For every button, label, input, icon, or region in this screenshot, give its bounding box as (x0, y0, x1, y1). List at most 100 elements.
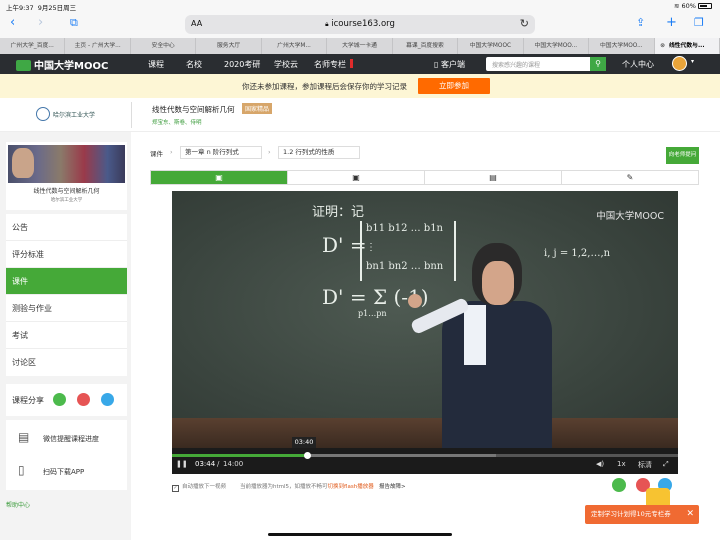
university-logo[interactable]: 哈尔滨工业大学 (36, 107, 95, 121)
client-label: 客户端 (440, 60, 465, 69)
chalk-text: i, j = 1,2,…,n (544, 248, 611, 259)
tab-video-1[interactable]: ▣ (151, 171, 288, 184)
browser-tab[interactable]: 中国大学MOOC (458, 38, 524, 54)
lecturer-shirt (464, 305, 486, 365)
divider (131, 102, 132, 128)
course-thumbnail-card[interactable]: 线性代数与空间解析几何 哈尔滨工业大学 (6, 142, 127, 210)
share-icon[interactable]: ⇪ (636, 16, 645, 29)
video-icon: ▣ (352, 173, 360, 182)
chalk-tray (172, 418, 678, 448)
course-sidebar: 线性代数与空间解析几何 哈尔滨工业大学 公告 评分标准 课件 测验与作业 考试 … (0, 132, 131, 540)
breadcrumb-root[interactable]: 课件 (150, 148, 163, 158)
browser-tab[interactable]: 广州大学_百度... (0, 38, 66, 54)
chevron-down-icon[interactable]: ▾ (691, 58, 694, 65)
volume-icon[interactable]: ◀︎) (596, 460, 604, 468)
search-input[interactable]: 搜索感兴趣的课程 (486, 57, 592, 71)
weibo-icon[interactable] (77, 393, 90, 406)
nav-school-cloud[interactable]: 学校云 (274, 59, 298, 70)
active-tab-label: 线性代数与... (668, 43, 705, 49)
new-tab-icon[interactable]: + (666, 15, 677, 30)
nav-schools[interactable]: 名校 (186, 59, 202, 70)
ask-teacher-button[interactable]: 向老师提问 (666, 147, 699, 164)
close-icon[interactable]: ✕ (686, 505, 694, 524)
browser-tab-active[interactable]: ⊗ 线性代数与... (654, 38, 720, 54)
qq-icon[interactable] (101, 393, 114, 406)
university-seal-icon (36, 107, 50, 121)
autoplay-checkbox[interactable]: ✓ (172, 485, 179, 492)
tab-document[interactable]: ▤ (425, 171, 562, 184)
duration: 14:00 (223, 460, 244, 468)
wechat-reminder-card[interactable]: ▤ 微信提醒课程进度 (6, 420, 127, 457)
course-header: 哈尔滨工业大学 线性代数与空间解析几何 国家精品 郑宝东、斯卷、侍明 (0, 98, 720, 132)
current-time: 03:44 (195, 460, 216, 468)
menu-courseware[interactable]: 课件 (6, 268, 127, 295)
close-tab-icon[interactable]: ⊗ (659, 38, 667, 54)
doc-icon: ▤ (489, 173, 497, 182)
browser-tab[interactable]: 广州大学M... (262, 38, 328, 54)
join-course-button[interactable]: 立即参加 (418, 78, 490, 94)
enroll-notice-bar: 你还未参加课程，参加课程后会保存你的学习记录 立即参加 (0, 74, 720, 98)
browser-tab[interactable]: 大学城一卡通 (327, 38, 393, 54)
browser-tab[interactable]: 幕课_百度搜索 (393, 38, 459, 54)
chalk-bar (454, 221, 456, 281)
pause-icon[interactable]: ❚❚ (176, 460, 188, 468)
nav-teacher-column[interactable]: 名师专栏 (314, 59, 353, 70)
progress-bar[interactable] (172, 454, 308, 457)
video-player[interactable]: 证明：记 D' = b11 b12 … b1n ⋮ bn1 bn2 … bnn … (172, 191, 678, 474)
search-icon[interactable]: ⚲ (590, 57, 606, 71)
avatar[interactable] (672, 56, 687, 71)
red-flag-icon (350, 59, 353, 68)
wechat-icon[interactable] (53, 393, 66, 406)
personal-center-link[interactable]: 个人中心 (622, 59, 654, 70)
reminder-icon: ▤ (18, 430, 30, 444)
course-share: 课程分享 (6, 384, 127, 416)
menu-discussion[interactable]: 讨论区 (6, 349, 127, 376)
autoplay-label: 自动播放下一视频 (182, 484, 227, 490)
video-watermark: 中国大学MOOC (596, 211, 664, 222)
nav-kaoyan[interactable]: 2020考研 (224, 59, 260, 70)
tab-notes[interactable]: ✎ (562, 171, 698, 184)
nav-courses[interactable]: 课程 (148, 59, 164, 70)
download-app-card[interactable]: ▯ 扫码下载APP (6, 453, 127, 490)
bookmarks-icon[interactable]: ⧉ (70, 16, 78, 30)
home-indicator (268, 533, 452, 536)
nav-teacher-column-label: 名师专栏 (314, 60, 346, 69)
switch-flash-link[interactable]: 切换到flash播放器 (328, 484, 374, 490)
lecturer-hand (408, 294, 422, 308)
address-bar[interactable]: AA 🔒︎ icourse163.org ↻ (185, 15, 535, 34)
back-arrow-icon[interactable]: ‹ (10, 15, 15, 30)
menu-grading[interactable]: 评分标准 (6, 241, 127, 268)
menu-exam[interactable]: 考试 (6, 322, 127, 349)
study-plan-banner[interactable]: 定制学习计划得10元专栏券 ✕ (585, 505, 699, 524)
progress-knob[interactable] (304, 452, 312, 459)
thumbnail-title: 线性代数与空间解析几何 (33, 188, 100, 195)
help-center-link[interactable]: 帮助中心 (6, 500, 30, 509)
forward-arrow-icon[interactable]: › (38, 15, 43, 30)
menu-quizzes[interactable]: 测验与作业 (6, 295, 127, 322)
wifi-icon: ≋ (673, 2, 680, 10)
mooc-logo[interactable]: 中国大学MOOC (16, 57, 108, 72)
reload-icon[interactable]: ↻ (520, 17, 529, 30)
client-link[interactable]: ▯ 客户端 (434, 59, 465, 70)
quality-button[interactable]: 标清 (638, 460, 652, 470)
course-teachers[interactable]: 郑宝东、斯卷、侍明 (152, 118, 202, 126)
teacher-photo (12, 148, 34, 178)
fullscreen-icon[interactable]: ⤢ (663, 460, 669, 469)
tabs-overview-icon[interactable]: ❐ (694, 16, 704, 29)
browser-tab[interactable]: 安全中心 (131, 38, 197, 54)
report-issue-link[interactable]: 报告故障> (379, 484, 406, 490)
wechat-icon[interactable] (612, 478, 626, 492)
chalk-text: ⋮ (366, 242, 376, 253)
section-select[interactable]: 1.2 行列式的性质 (278, 146, 360, 159)
browser-tab[interactable]: 中国大学MOO... (589, 38, 655, 54)
lecturer (442, 301, 552, 456)
wechat-reminder-label: 微信提醒课程进度 (43, 435, 99, 443)
speed-button[interactable]: 1x (617, 460, 626, 468)
browser-tab[interactable]: 主页 - 广州大学... (65, 38, 131, 54)
tab-video-2[interactable]: ▣ (288, 171, 425, 184)
status-bar: 上午9:37 9月25日周三 ≋ 60% (0, 0, 720, 12)
chapter-select[interactable]: 第一章 n 阶行列式 (180, 146, 262, 159)
browser-tab[interactable]: 中国大学MOO... (524, 38, 590, 54)
menu-announcements[interactable]: 公告 (6, 214, 127, 241)
browser-tab[interactable]: 服务大厅 (196, 38, 262, 54)
